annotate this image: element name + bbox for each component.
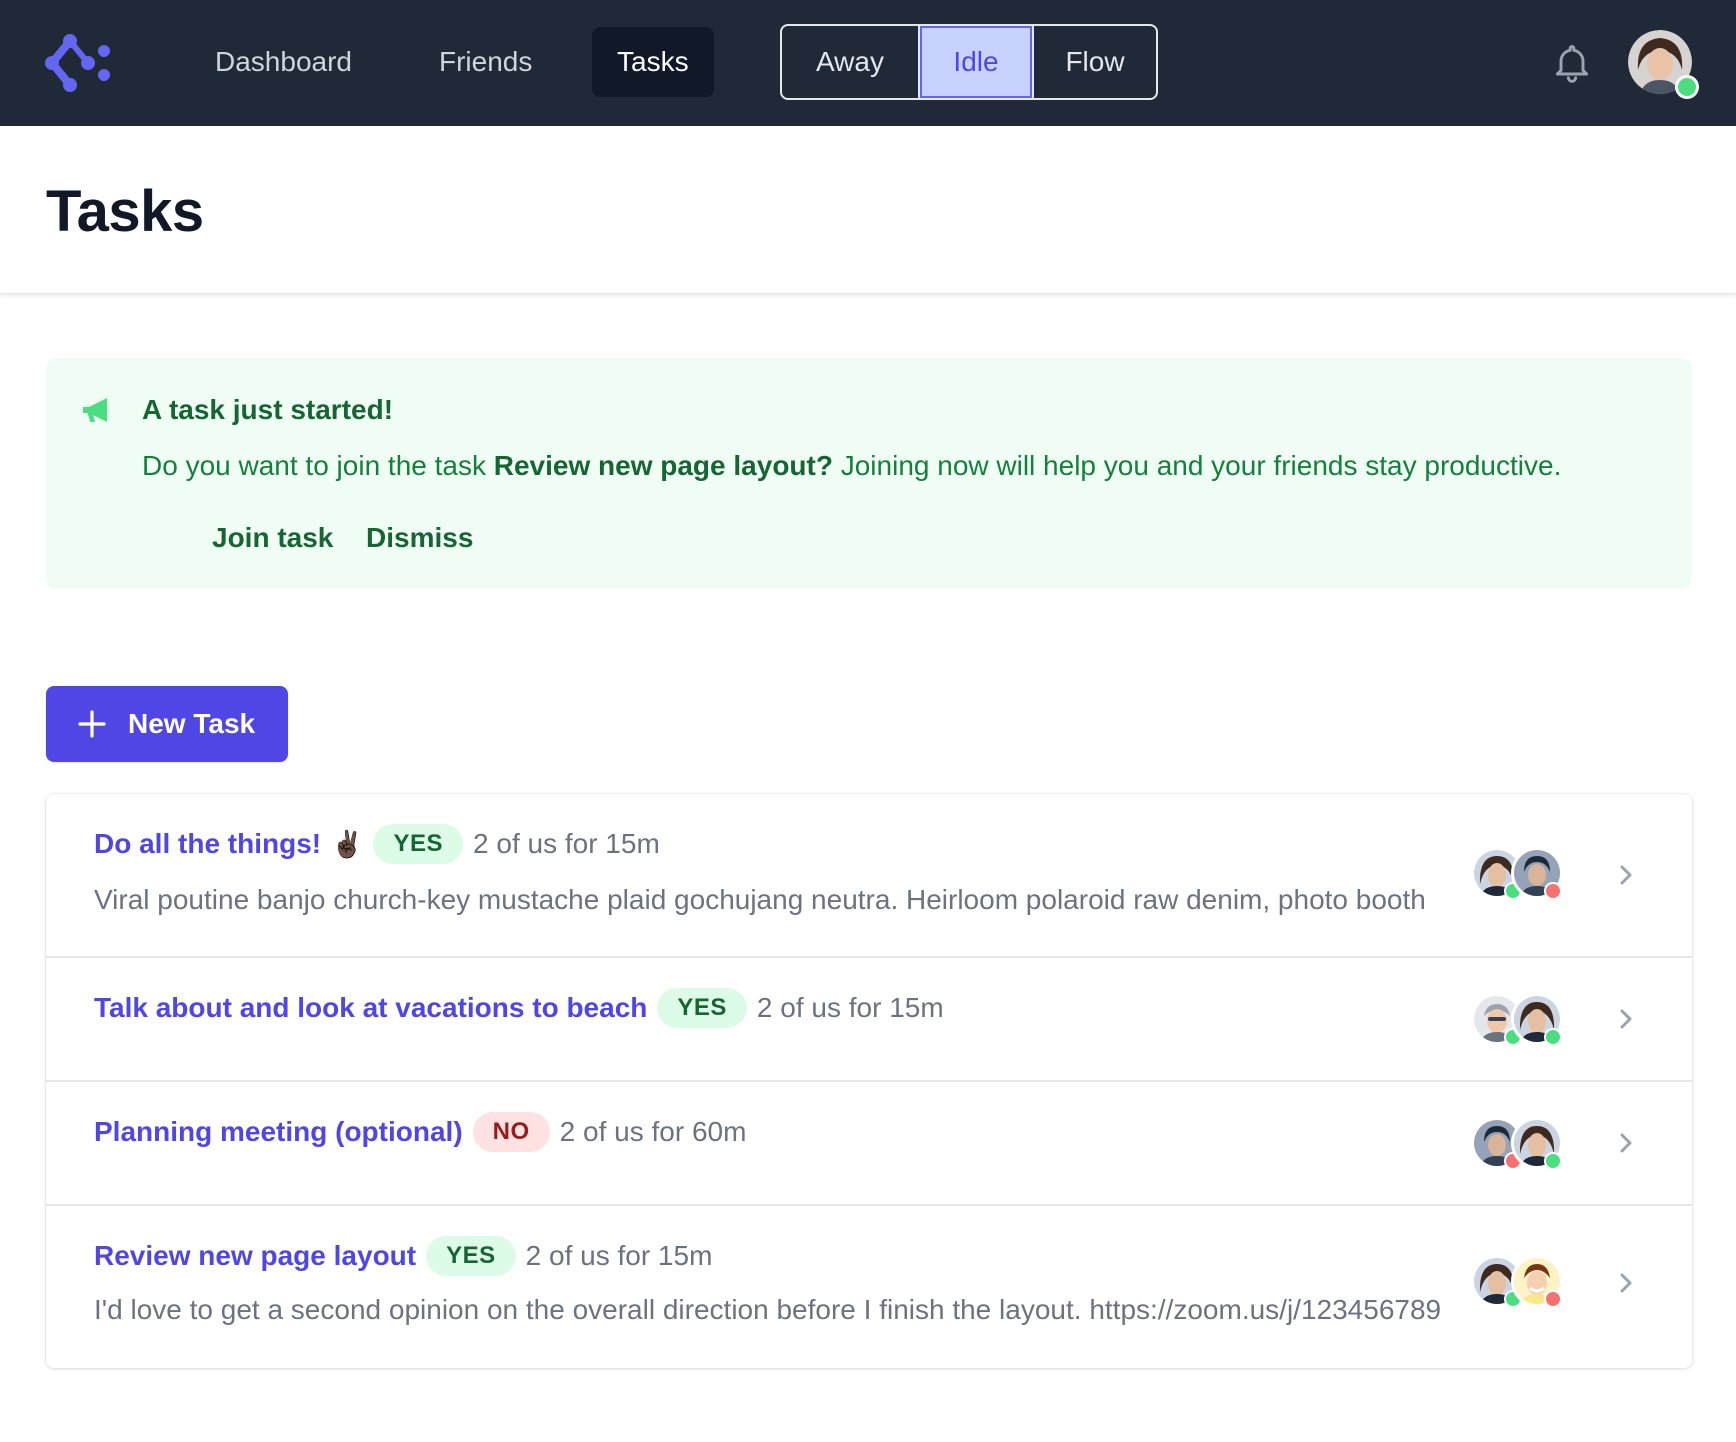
page-header: Tasks [0, 126, 1736, 294]
status-selector: Away Idle Flow [780, 24, 1158, 100]
busy-status-dot [1546, 884, 1560, 898]
task-list: Do all the things! ✌🏿 YES 2 of us for 15… [46, 794, 1692, 1368]
participant-avatars [1474, 996, 1566, 1046]
participant-avatars [1474, 1258, 1566, 1308]
task-participants-duration: 2 of us for 15m [756, 992, 944, 1023]
task-title[interactable]: Planning meeting (optional) [94, 1116, 463, 1148]
task-row[interactable]: Do all the things! ✌🏿 YES 2 of us for 15… [46, 794, 1692, 956]
task-row[interactable]: Talk about and look at vacations to beac… [46, 956, 1692, 1080]
task-started-alert: A task just started! Do you want to join… [46, 358, 1692, 589]
task-emoji: ✌🏿 [331, 828, 364, 859]
participant-avatars [1474, 1120, 1566, 1170]
online-status-dot [1546, 1030, 1560, 1044]
busy-status-dot [1546, 1292, 1560, 1306]
megaphone-icon [83, 398, 107, 422]
new-task-button[interactable]: New Task [46, 686, 288, 762]
page-title: Tasks [46, 179, 204, 244]
task-header: Planning meeting (optional) NO 2 of us f… [94, 1112, 746, 1152]
alert-message-suffix: Joining now will help you and your frien… [832, 450, 1562, 481]
status-flow-button[interactable]: Flow [1032, 26, 1156, 98]
alert-title: A task just started! [142, 394, 394, 425]
user-avatar[interactable] [1628, 30, 1696, 96]
alert-message-prefix: Do you want to join the task [142, 450, 494, 481]
join-task-button[interactable]: Join task [188, 510, 357, 566]
nav-link-dashboard[interactable]: Dashboard [190, 27, 377, 97]
task-title[interactable]: Do all the things! [94, 828, 321, 860]
chevron-right-icon [1620, 1273, 1632, 1293]
task-title[interactable]: Talk about and look at vacations to beac… [94, 992, 647, 1024]
task-participants-duration: 2 of us for 15m [473, 828, 660, 859]
task-row[interactable]: Review new page layout YES 2 of us for 1… [46, 1204, 1692, 1368]
rsvp-badge: YES [657, 988, 747, 1028]
chevron-right-icon [1620, 1009, 1632, 1029]
chevron-right-icon [1620, 865, 1632, 885]
alert-message: Do you want to join the task Review new … [142, 450, 1561, 482]
top-navigation: Dashboard Friends Tasks Away Idle Flow [0, 0, 1736, 126]
plus-icon [78, 710, 106, 738]
task-row[interactable]: Planning meeting (optional) NO 2 of us f… [46, 1080, 1692, 1204]
status-idle-button[interactable]: Idle [918, 26, 1032, 98]
alert-task-name: Review new page layout? [493, 450, 833, 481]
notifications-bell-icon[interactable] [1550, 40, 1594, 86]
rsvp-badge: YES [373, 824, 464, 864]
participant-avatars [1474, 850, 1566, 900]
dismiss-button[interactable]: Dismiss [342, 510, 497, 566]
task-description: I'd love to get a second opinion on the … [94, 1294, 1442, 1325]
task-description: Viral poutine banjo church-key mustache … [94, 884, 1426, 915]
app-logo-icon[interactable] [44, 33, 110, 93]
task-title[interactable]: Review new page layout [94, 1240, 416, 1272]
task-header: Talk about and look at vacations to beac… [94, 988, 944, 1028]
nav-link-friends[interactable]: Friends [414, 27, 557, 97]
online-status-dot [1678, 78, 1696, 96]
rsvp-badge: NO [472, 1112, 550, 1152]
chevron-right-icon [1620, 1133, 1632, 1153]
rsvp-badge: YES [426, 1236, 516, 1276]
task-participants-duration: 2 of us for 60m [559, 1116, 747, 1147]
task-header: Review new page layout YES 2 of us for 1… [94, 1236, 712, 1276]
new-task-label: New Task [128, 708, 256, 739]
online-status-dot [1546, 1154, 1560, 1168]
task-header: Do all the things! ✌🏿 YES 2 of us for 15… [94, 824, 660, 864]
status-away-button[interactable]: Away [782, 26, 918, 98]
task-participants-duration: 2 of us for 15m [525, 1240, 713, 1271]
nav-link-tasks[interactable]: Tasks [592, 27, 714, 97]
